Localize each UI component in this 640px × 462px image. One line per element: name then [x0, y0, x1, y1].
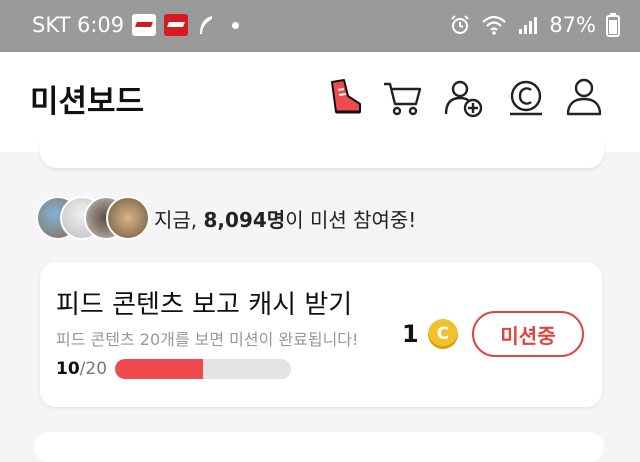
mission-card[interactable]: 피드 콘텐츠 보고 캐시 받기 피드 콘텐츠 20개를 보면 미션이 완료됩니다… — [40, 262, 602, 407]
shoe-icon[interactable] — [322, 76, 366, 120]
previous-card — [40, 140, 604, 168]
wifi-icon — [482, 15, 507, 35]
add-friend-icon[interactable] — [442, 76, 486, 120]
status-bar: SKT 6:09 87% — [0, 0, 640, 52]
next-card — [34, 432, 604, 462]
feather-icon — [200, 16, 213, 34]
app-notification-icon — [164, 14, 189, 36]
dot-icon — [232, 21, 240, 29]
signal-icon — [519, 17, 538, 34]
mission-title: 피드 콘텐츠 보고 캐시 받기 — [56, 290, 353, 320]
carrier-time: SKT 6:09 — [32, 13, 125, 37]
alarm-icon — [451, 15, 470, 34]
progress-bar-fill — [115, 359, 204, 379]
profile-icon[interactable] — [562, 76, 606, 120]
progress-text: 10/20 — [56, 359, 108, 379]
progress-bar — [115, 359, 292, 379]
app-header: 미션보드 — [0, 52, 640, 152]
avatar-group — [36, 196, 150, 240]
mission-description: 피드 콘텐츠 20개를 보면 미션이 완료됩니다! — [56, 330, 359, 349]
cash-coin-icon: C — [428, 319, 458, 349]
participants-row: 지금, 8,094명이 미션 참여중! — [36, 196, 416, 240]
mission-status-button[interactable]: 미션중 — [472, 311, 584, 357]
battery-percent: 87% — [549, 13, 596, 37]
participants-text: 지금, 8,094명이 미션 참여중! — [154, 207, 417, 232]
app-notification-icon — [132, 14, 157, 36]
reward-amount: 1 — [402, 320, 419, 348]
coin-icon[interactable] — [504, 76, 548, 120]
cart-icon[interactable] — [380, 76, 424, 120]
mission-progress: 10/20 — [56, 359, 292, 379]
participant-count: 8,094명 — [203, 207, 286, 232]
page-title: 미션보드 — [30, 84, 145, 120]
battery-icon — [606, 13, 620, 37]
avatar — [106, 196, 150, 240]
